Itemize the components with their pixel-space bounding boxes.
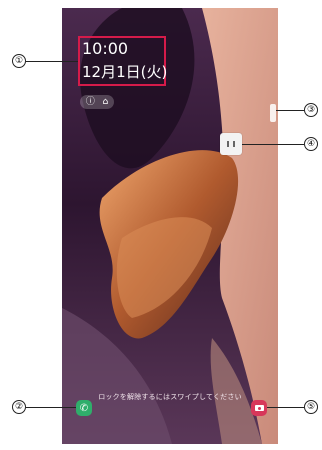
info-icon: ⓘ — [85, 97, 95, 107]
phone-icon: ✆ — [79, 402, 89, 414]
home-icon: ⌂ — [102, 97, 109, 107]
callout-3: ③ — [304, 103, 318, 117]
phone-shortcut-button[interactable]: ✆ — [76, 400, 92, 416]
callout-3-line — [276, 110, 304, 111]
lockscreen-time: 10:00 — [82, 39, 129, 58]
callout-1-line — [26, 61, 78, 62]
callout-5: ⑤ — [304, 400, 318, 414]
lockscreen-date: 12月1日(火) — [82, 63, 168, 81]
pause-icon — [227, 141, 235, 147]
callout-2-line — [26, 407, 76, 408]
info-shortcut-pill[interactable]: ⓘ ⌂ — [80, 95, 114, 109]
callout-1: ① — [12, 54, 26, 68]
callout-4-line — [242, 144, 304, 145]
callout-2: ② — [12, 400, 26, 414]
widget-button[interactable] — [220, 133, 242, 155]
camera-icon — [254, 405, 264, 411]
camera-shortcut-button[interactable] — [251, 400, 267, 416]
edge-panel-handle[interactable] — [270, 104, 276, 122]
callout-5-line — [267, 407, 304, 408]
callout-4: ④ — [304, 137, 318, 151]
swipe-hint: ロックを解除するにはスワイプしてください — [98, 393, 242, 401]
